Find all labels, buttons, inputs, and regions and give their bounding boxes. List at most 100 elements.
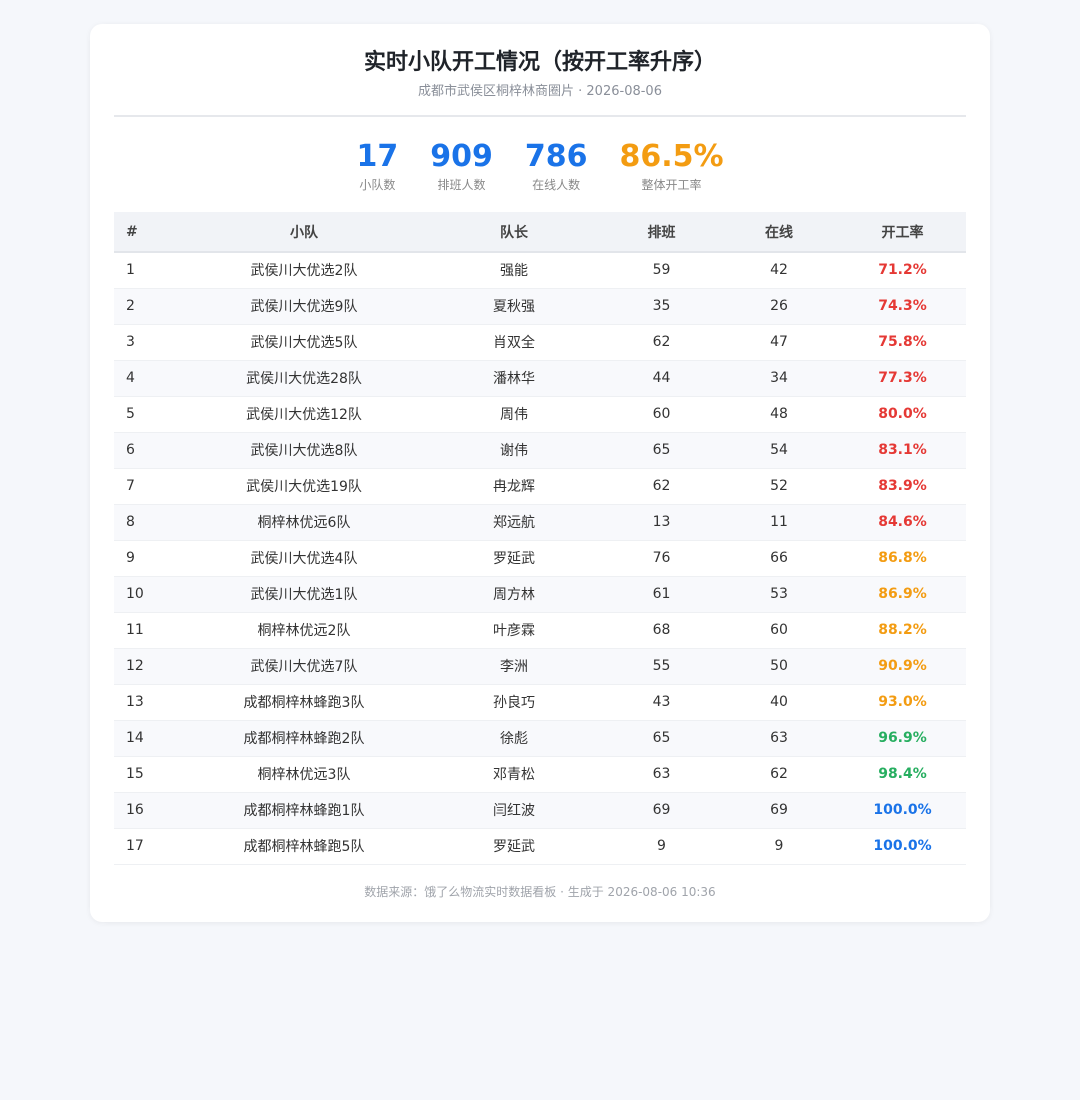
stat-value: 909 [430, 139, 493, 174]
cell-online: 11 [770, 514, 788, 530]
cell-online: 50 [770, 658, 788, 674]
stat-value: 86.5% [619, 139, 724, 174]
cell-rate: 100.0% [873, 802, 932, 818]
table-row: 14 成都桐梓林蜂跑2队 徐彪 65 63 96.9% [114, 720, 966, 756]
cell-index: 15 [126, 766, 144, 782]
cell-team: 桐梓林优远2队 [257, 623, 351, 639]
table-row: 9 武侯川大优选4队 罗延武 76 66 86.8% [114, 540, 966, 576]
table-row: 8 桐梓林优远6队 郑远航 13 11 84.6% [114, 504, 966, 540]
cell-rate: 71.2% [878, 262, 927, 279]
cell-team: 武侯川大优选12队 [246, 407, 362, 423]
cell-leader: 谢伟 [500, 443, 528, 459]
cell-rate: 93.0% [878, 694, 927, 710]
cell-scheduled: 35 [652, 298, 671, 314]
table-row: 15 桐梓林优远3队 邓青松 63 62 98.4% [114, 756, 966, 792]
cell-leader: 叶彦霖 [493, 623, 535, 639]
cell-team: 武侯川大优选7队 [250, 659, 358, 675]
cell-index: 10 [126, 586, 144, 602]
summary-stats: 17 小队数 909 排班人数 786 在线人数 86.5% 整体开工率 [114, 139, 966, 193]
cell-leader: 肖双全 [493, 335, 535, 351]
cell-leader: 强能 [500, 263, 528, 280]
cell-leader: 冉龙辉 [493, 479, 535, 495]
header-divider [114, 115, 966, 117]
cell-scheduled: 60 [652, 406, 671, 422]
cell-leader: 罗延武 [493, 551, 535, 567]
cell-leader: 闫红波 [493, 803, 535, 819]
report-card: 实时小队开工情况（按开工率升序） 成都市武侯区桐梓林商圈片 · 2026-08-… [90, 24, 990, 922]
cell-rate: 80.0% [878, 406, 927, 422]
cell-rate: 98.4% [878, 766, 927, 782]
cell-leader: 周方林 [493, 587, 535, 603]
cell-rate: 77.3% [878, 370, 927, 386]
cell-scheduled: 9 [657, 838, 666, 854]
cell-leader: 潘林华 [493, 371, 535, 387]
cell-online: 47 [770, 334, 788, 350]
cell-online: 62 [770, 766, 788, 782]
cell-scheduled: 69 [652, 802, 671, 818]
cell-team: 武侯川大优选9队 [250, 299, 358, 315]
column-header-index: # [126, 223, 138, 240]
page-title: 实时小队开工情况（按开工率升序） [363, 50, 716, 75]
cell-leader: 夏秋强 [493, 299, 535, 315]
cell-team: 武侯川大优选2队 [250, 263, 358, 280]
cell-rate: 86.9% [878, 586, 927, 602]
cell-online: 40 [770, 694, 788, 710]
cell-team: 桐梓林优远6队 [257, 515, 351, 531]
table-header-row: # 小队 队长 排班 在线 开工率 [114, 212, 966, 252]
cell-online: 48 [770, 406, 788, 422]
cell-scheduled: 61 [652, 586, 671, 602]
cell-leader: 徐彪 [500, 731, 528, 747]
stat-overall-rate: 86.5% 整体开工率 [619, 139, 723, 193]
cell-scheduled: 63 [652, 766, 671, 782]
stat-value: 17 [356, 139, 399, 174]
cell-scheduled: 13 [652, 514, 671, 530]
cell-leader: 郑远航 [493, 515, 535, 531]
cell-team: 桐梓林优远3队 [257, 767, 351, 783]
cell-rate: 86.8% [878, 550, 927, 566]
cell-online: 52 [770, 478, 788, 494]
cell-scheduled: 76 [652, 550, 671, 566]
stat-label: 排班人数 [437, 178, 486, 192]
cell-rate: 88.2% [878, 622, 927, 638]
cell-team: 武侯川大优选5队 [250, 335, 358, 351]
cell-leader: 罗延武 [493, 839, 535, 855]
cell-online: 42 [770, 262, 788, 279]
table-row: 4 武侯川大优选28队 潘林华 44 34 77.3% [114, 360, 966, 396]
cell-index: 2 [126, 298, 135, 314]
footer-note: 数据来源：饿了么物流实时数据看板 · 生成于 2026-08-06 10:36 [364, 884, 716, 899]
team-table: # 小队 队长 排班 在线 开工率 1 武侯川大优选2队 强能 59 42 71.2% 2 武… [114, 212, 966, 865]
cell-index: 12 [126, 658, 144, 674]
cell-team: 成都桐梓林蜂跑5队 [243, 839, 365, 855]
cell-index: 4 [126, 370, 135, 386]
cell-rate: 83.9% [878, 478, 927, 494]
cell-index: 5 [126, 406, 135, 422]
cell-online: 63 [770, 730, 788, 746]
cell-leader: 邓青松 [493, 767, 535, 783]
stat-value: 786 [524, 139, 588, 174]
cell-rate: 100.0% [873, 838, 932, 854]
column-header-scheduled: 排班 [647, 224, 676, 241]
cell-scheduled: 43 [652, 694, 671, 710]
column-header-leader: 队长 [500, 224, 528, 241]
stat-label: 小队数 [359, 178, 396, 192]
cell-index: 16 [126, 802, 144, 818]
cell-index: 9 [126, 550, 135, 566]
cell-rate: 75.8% [878, 334, 927, 350]
table-row: 13 成都桐梓林蜂跑3队 孙良巧 43 40 93.0% [114, 684, 966, 720]
cell-rate: 84.6% [878, 514, 927, 530]
stat-team-count: 17 小队数 [356, 139, 398, 193]
cell-rate: 96.9% [878, 730, 927, 746]
table-row: 3 武侯川大优选5队 肖双全 62 47 75.8% [114, 324, 966, 360]
table-row: 11 桐梓林优远2队 叶彦霖 68 60 88.2% [114, 612, 966, 648]
cell-scheduled: 59 [652, 262, 671, 279]
table-row: 2 武侯川大优选9队 夏秋强 35 26 74.3% [114, 288, 966, 324]
table-body: 1 武侯川大优选2队 强能 59 42 71.2% 2 武侯川大优选9队 夏秋强 35 26 74.3… [114, 252, 966, 864]
cell-online: 66 [770, 550, 788, 566]
cell-scheduled: 44 [652, 370, 671, 386]
column-header-team: 小队 [290, 224, 318, 241]
cell-scheduled: 62 [652, 334, 671, 350]
table-row: 6 武侯川大优选8队 谢伟 65 54 83.1% [114, 432, 966, 468]
cell-online: 34 [770, 370, 788, 386]
table-row: 5 武侯川大优选12队 周伟 60 48 80.0% [114, 396, 966, 432]
table-row: 16 成都桐梓林蜂跑1队 闫红波 69 69 100.0% [114, 792, 966, 828]
